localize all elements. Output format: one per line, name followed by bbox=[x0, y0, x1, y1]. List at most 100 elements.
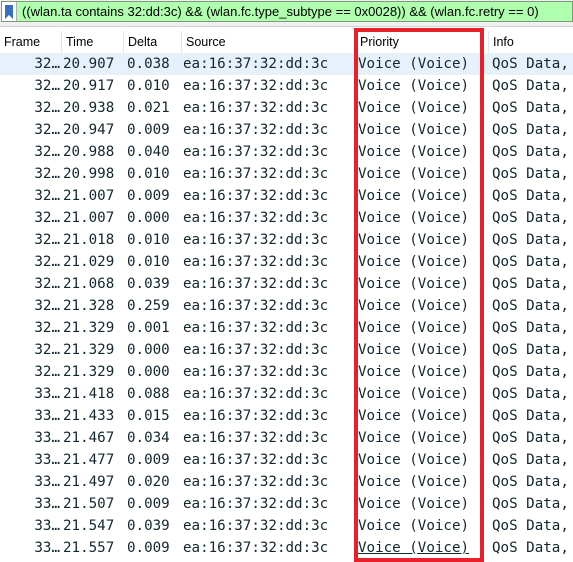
frame-cell: 32… bbox=[0, 339, 62, 361]
packet-row[interactable]: 32… 21.329 0.000 ea:16:37:32:dd:3c Voice (Vo… bbox=[0, 361, 573, 383]
frame-cell: 32… bbox=[0, 251, 62, 273]
info-cell: QoS Data, bbox=[489, 53, 573, 75]
info-cell-text: QoS Data, bbox=[492, 144, 569, 160]
source-cell-text: ea:16:37:32:dd:3c bbox=[183, 254, 329, 270]
source-cell-text: ea:16:37:32:dd:3c bbox=[183, 188, 329, 204]
frame-cell-text: 32… bbox=[34, 320, 60, 336]
info-cell: QoS Data, bbox=[489, 141, 573, 163]
bookmark-icon[interactable] bbox=[2, 2, 17, 21]
frame-cell: 32… bbox=[0, 273, 62, 295]
packet-row[interactable]: 33… 21.547 0.039 ea:16:37:32:dd:3c Voice (Vo… bbox=[0, 515, 573, 537]
info-cell-text: QoS Data, bbox=[492, 232, 569, 248]
packet-row[interactable]: 32… 21.018 0.010 ea:16:37:32:dd:3c Voice (Vo… bbox=[0, 229, 573, 251]
delta-cell-text: 0.009 bbox=[127, 540, 170, 556]
frame-cell: 33… bbox=[0, 383, 62, 405]
display-filter-input[interactable]: ((wlan.ta contains 32:dd:3c) && (wlan.fc… bbox=[1, 1, 573, 22]
priority-cell-text: Voice (Voice) bbox=[358, 276, 470, 292]
packet-row[interactable]: 33… 21.477 0.009 ea:16:37:32:dd:3c Voice (Vo… bbox=[0, 449, 573, 471]
packet-row[interactable]: 32… 20.988 0.040 ea:16:37:32:dd:3c Voice (Vo… bbox=[0, 141, 573, 163]
column-header-frame[interactable]: Frame bbox=[0, 31, 62, 53]
delta-cell: 0.034 bbox=[124, 427, 182, 449]
time-cell-text: 21.467 bbox=[63, 430, 115, 446]
info-cell-text: QoS Data, bbox=[492, 320, 569, 336]
source-cell-text: ea:16:37:32:dd:3c bbox=[183, 496, 329, 512]
source-cell: ea:16:37:32:dd:3c bbox=[182, 537, 356, 559]
column-header-info[interactable]: Info bbox=[489, 31, 573, 53]
delta-cell-text: 0.000 bbox=[127, 364, 170, 380]
source-cell-text: ea:16:37:32:dd:3c bbox=[183, 298, 329, 314]
display-filter-text[interactable]: ((wlan.ta contains 32:dd:3c) && (wlan.fc… bbox=[17, 4, 539, 19]
packet-row[interactable]: 33… 21.433 0.015 ea:16:37:32:dd:3c Voice (Vo… bbox=[0, 405, 573, 427]
column-header-time[interactable]: Time bbox=[62, 31, 124, 53]
time-cell: 21.328 bbox=[62, 295, 124, 317]
time-cell: 21.418 bbox=[62, 383, 124, 405]
packet-row[interactable]: 32… 21.029 0.010 ea:16:37:32:dd:3c Voice (Vo… bbox=[0, 251, 573, 273]
priority-cell: Voice (Voice) bbox=[356, 405, 489, 427]
frame-cell-text: 32… bbox=[34, 122, 60, 138]
source-cell: ea:16:37:32:dd:3c bbox=[182, 515, 356, 537]
packet-row[interactable]: 33… 21.557 0.009 ea:16:37:32:dd:3c Voice (Vo… bbox=[0, 537, 573, 559]
packet-row[interactable]: 32… 21.007 0.009 ea:16:37:32:dd:3c Voice (Vo… bbox=[0, 185, 573, 207]
priority-cell-text: Voice (Voice) bbox=[358, 210, 470, 226]
priority-cell-text: Voice (Voice) bbox=[358, 188, 470, 204]
column-header-priority[interactable]: Priority bbox=[356, 31, 489, 53]
column-header-source[interactable]: Source bbox=[182, 31, 356, 53]
info-cell-text: QoS Data, bbox=[492, 342, 569, 358]
priority-cell: Voice (Voice) bbox=[356, 185, 489, 207]
packet-row[interactable]: 32… 21.068 0.039 ea:16:37:32:dd:3c Voice (Vo… bbox=[0, 273, 573, 295]
packet-row[interactable]: 32… 20.938 0.021 ea:16:37:32:dd:3c Voice (Vo… bbox=[0, 97, 573, 119]
priority-cell-text: Voice (Voice) bbox=[358, 320, 470, 336]
frame-cell: 32… bbox=[0, 141, 62, 163]
delta-cell: 0.009 bbox=[124, 449, 182, 471]
priority-cell-text: Voice (Voice) bbox=[358, 342, 470, 358]
time-cell: 21.329 bbox=[62, 339, 124, 361]
source-cell: ea:16:37:32:dd:3c bbox=[182, 207, 356, 229]
time-cell-text: 21.507 bbox=[63, 496, 115, 512]
priority-cell: Voice (Voice) bbox=[356, 449, 489, 471]
delta-cell-text: 0.010 bbox=[127, 78, 170, 94]
column-header-delta[interactable]: Delta bbox=[124, 31, 182, 53]
packet-row[interactable]: 32… 20.998 0.010 ea:16:37:32:dd:3c Voice (Vo… bbox=[0, 163, 573, 185]
time-cell: 21.547 bbox=[62, 515, 124, 537]
packet-row[interactable]: 33… 21.418 0.088 ea:16:37:32:dd:3c Voice (Vo… bbox=[0, 383, 573, 405]
packet-row[interactable]: 32… 20.947 0.009 ea:16:37:32:dd:3c Voice (Vo… bbox=[0, 119, 573, 141]
priority-cell: Voice (Voice) bbox=[356, 515, 489, 537]
info-cell-text: QoS Data, bbox=[492, 122, 569, 138]
delta-cell-text: 0.088 bbox=[127, 386, 170, 402]
info-cell-text: QoS Data, bbox=[492, 166, 569, 182]
priority-cell-text: Voice (Voice) bbox=[358, 56, 470, 72]
time-cell: 21.329 bbox=[62, 361, 124, 383]
packet-row[interactable]: 32… 20.917 0.010 ea:16:37:32:dd:3c Voice (Vo… bbox=[0, 75, 573, 97]
packet-row[interactable]: 32… 21.007 0.000 ea:16:37:32:dd:3c Voice (Vo… bbox=[0, 207, 573, 229]
time-cell-text: 21.068 bbox=[63, 276, 115, 292]
time-cell-text: 20.938 bbox=[63, 100, 115, 116]
packet-row[interactable]: 32… 21.329 0.001 ea:16:37:32:dd:3c Voice (Vo… bbox=[0, 317, 573, 339]
packet-row[interactable]: 33… 21.507 0.009 ea:16:37:32:dd:3c Voice (Vo… bbox=[0, 493, 573, 515]
time-cell-text: 21.497 bbox=[63, 474, 115, 490]
packet-row[interactable]: 32… 21.328 0.259 ea:16:37:32:dd:3c Voice (Vo… bbox=[0, 295, 573, 317]
packet-row[interactable]: 32… 20.907 0.038 ea:16:37:32:dd:3c Voice (Vo… bbox=[0, 53, 573, 75]
priority-cell-text: Voice (Voice) bbox=[358, 474, 470, 490]
frame-cell: 32… bbox=[0, 207, 62, 229]
time-cell-text: 21.007 bbox=[63, 210, 115, 226]
packet-row[interactable]: 32… 21.329 0.000 ea:16:37:32:dd:3c Voice (Vo… bbox=[0, 339, 573, 361]
frame-cell-text: 33… bbox=[34, 540, 60, 556]
packet-row[interactable]: 33… 21.467 0.034 ea:16:37:32:dd:3c Voice (Vo… bbox=[0, 427, 573, 449]
packet-row[interactable]: 33… 21.497 0.020 ea:16:37:32:dd:3c Voice (Vo… bbox=[0, 471, 573, 493]
time-cell: 21.018 bbox=[62, 229, 124, 251]
source-cell-text: ea:16:37:32:dd:3c bbox=[183, 408, 329, 424]
source-cell-text: ea:16:37:32:dd:3c bbox=[183, 78, 329, 94]
info-cell: QoS Data, bbox=[489, 295, 573, 317]
info-cell: QoS Data, bbox=[489, 339, 573, 361]
info-cell-text: QoS Data, bbox=[492, 540, 569, 556]
frame-cell: 32… bbox=[0, 75, 62, 97]
source-cell: ea:16:37:32:dd:3c bbox=[182, 471, 356, 493]
frame-cell-text: 33… bbox=[34, 518, 60, 534]
frame-cell-text: 32… bbox=[34, 100, 60, 116]
priority-cell: Voice (Voice) bbox=[356, 119, 489, 141]
priority-cell-text: Voice (Voice) bbox=[358, 232, 470, 248]
source-cell: ea:16:37:32:dd:3c bbox=[182, 383, 356, 405]
info-cell: QoS Data, bbox=[489, 75, 573, 97]
time-cell: 20.988 bbox=[62, 141, 124, 163]
time-cell-text: 20.917 bbox=[63, 78, 115, 94]
